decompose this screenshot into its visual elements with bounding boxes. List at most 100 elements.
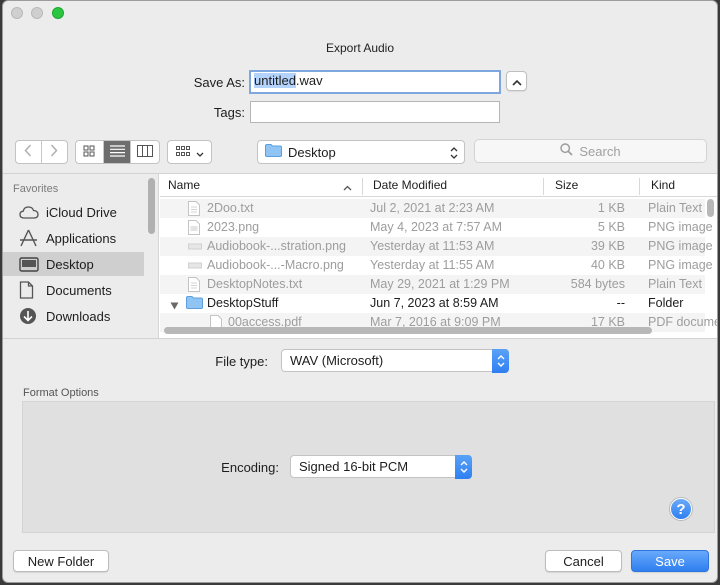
minimize-window-button[interactable] — [31, 7, 43, 19]
horizontal-scrollbar[interactable] — [164, 327, 652, 334]
tags-label: Tags: — [213, 105, 245, 120]
file-size: -- — [616, 296, 625, 310]
file-type-popup[interactable]: WAV (Microsoft) — [281, 349, 509, 373]
list-view-button[interactable] — [103, 141, 132, 163]
text-file-icon — [188, 277, 200, 295]
file-name: 2Doo.txt — [207, 201, 254, 215]
file-browser: Favorites iCloud Drive Applications Desk… — [3, 173, 717, 339]
file-size: 40 KB — [590, 258, 625, 272]
encoding-value: Signed 16-bit PCM — [299, 459, 409, 474]
forward-button[interactable] — [42, 141, 67, 163]
document-icon — [19, 281, 39, 299]
file-size: 39 KB — [590, 239, 625, 253]
sidebar-item-label: Downloads — [46, 308, 111, 324]
file-row[interactable]: DesktopNotes.txt May 29, 2021 at 1:29 PM… — [160, 275, 705, 294]
location-popup[interactable]: Desktop — [257, 140, 465, 164]
vertical-scrollbar[interactable] — [707, 199, 714, 217]
file-size: 1 KB — [597, 201, 625, 215]
column-header-size[interactable]: Size — [555, 178, 578, 192]
favorites-heading: Favorites — [13, 183, 59, 195]
chevron-left-icon — [24, 144, 32, 160]
text-file-icon — [188, 201, 200, 219]
file-row[interactable]: Audiobook-...-Macro.png Yesterday at 11:… — [160, 256, 713, 276]
save-as-field[interactable]: untitled.wav — [249, 70, 501, 94]
column-view-icon — [137, 144, 154, 160]
file-list: Name Date Modified Size Kind 2Doo.txt Ju… — [160, 174, 717, 338]
dialog-title: Export Audio — [325, 41, 395, 55]
sidebar-item-icloud-drive[interactable]: iCloud Drive — [3, 200, 144, 224]
new-folder-button[interactable]: New Folder — [13, 550, 109, 572]
sidebar-scrollbar[interactable] — [148, 178, 155, 234]
folder-icon — [186, 296, 203, 312]
folder-icon — [265, 144, 282, 160]
file-row[interactable]: Audiobook-...stration.png Yesterday at 1… — [160, 237, 713, 257]
file-kind: PNG image — [648, 258, 713, 272]
column-separator — [543, 178, 544, 195]
file-kind: PNG image — [648, 239, 713, 253]
file-name: DesktopNotes.txt — [207, 277, 303, 291]
collapse-button[interactable] — [506, 71, 527, 91]
search-icon — [560, 143, 573, 159]
save-as-label: Save As: — [193, 75, 245, 90]
sidebar-item-label: Desktop — [46, 256, 94, 272]
file-date: Yesterday at 11:53 AM — [370, 239, 495, 253]
column-separator — [362, 178, 363, 195]
file-kind: Plain Text — [648, 201, 702, 215]
sidebar-item-label: Applications — [46, 230, 117, 246]
back-button[interactable] — [16, 141, 42, 163]
save-as-selected-text: untitled — [254, 73, 296, 88]
column-header-kind[interactable]: Kind — [651, 178, 675, 192]
cloud-icon — [19, 203, 39, 221]
back-forward-control — [15, 140, 68, 164]
image-file-icon — [188, 239, 202, 257]
zoom-window-button[interactable] — [52, 7, 64, 19]
file-kind: PDF document — [648, 315, 717, 329]
file-kind: PNG image — [648, 220, 713, 234]
sidebar-item-label: Documents — [46, 282, 112, 298]
up-down-arrows-icon — [450, 146, 458, 163]
sidebar-item-documents[interactable]: Documents — [3, 278, 144, 302]
disclosure-triangle-icon[interactable] — [170, 299, 179, 313]
file-type-label: File type: — [215, 354, 268, 369]
help-button[interactable]: ? — [670, 498, 692, 520]
file-name: Audiobook-...stration.png — [207, 239, 346, 253]
file-size: 5 KB — [597, 220, 625, 234]
column-header-date-modified[interactable]: Date Modified — [373, 178, 447, 192]
file-name: 2023.png — [207, 220, 260, 234]
tags-field[interactable] — [250, 101, 500, 123]
file-kind: Plain Text — [648, 277, 702, 291]
sidebar-item-label: iCloud Drive — [46, 204, 117, 220]
group-by-menu-button[interactable] — [167, 140, 212, 164]
applications-icon — [19, 229, 39, 247]
file-date: Jun 7, 2023 at 8:59 AM — [370, 296, 499, 310]
cancel-button[interactable]: Cancel — [545, 550, 622, 572]
file-row[interactable]: 2Doo.txt Jul 2, 2021 at 2:23 AM 1 KB Pla… — [160, 199, 705, 218]
sidebar-item-desktop[interactable]: Desktop — [3, 252, 144, 276]
sidebar-item-applications[interactable]: Applications — [3, 226, 144, 250]
group-by-button[interactable] — [168, 141, 211, 163]
group-grid-icon — [175, 145, 191, 160]
icon-view-button[interactable] — [76, 141, 104, 163]
image-file-icon — [188, 258, 202, 276]
file-date: Jul 2, 2021 at 2:23 AM — [370, 201, 495, 215]
location-value: Desktop — [288, 144, 336, 160]
file-row[interactable]: 2023.png May 4, 2023 at 7:57 AM 5 KB PNG… — [160, 218, 713, 238]
chevron-down-icon — [196, 145, 204, 160]
icon-grid-view-icon — [83, 145, 95, 160]
view-mode-control — [75, 140, 160, 164]
title-bar — [3, 1, 717, 27]
file-date: Yesterday at 11:55 AM — [370, 258, 495, 272]
save-button[interactable]: Save — [631, 550, 709, 572]
sidebar: Favorites iCloud Drive Applications Desk… — [3, 174, 159, 338]
column-view-button[interactable] — [131, 141, 159, 163]
encoding-label: Encoding: — [221, 460, 279, 475]
file-row[interactable]: DesktopStuff Jun 7, 2023 at 8:59 AM -- F… — [160, 294, 705, 313]
search-field[interactable]: Search — [474, 139, 707, 163]
file-type-value: WAV (Microsoft) — [290, 353, 384, 368]
close-window-button[interactable] — [11, 7, 23, 19]
image-file-icon — [188, 220, 200, 238]
sidebar-item-downloads[interactable]: Downloads — [3, 304, 144, 328]
encoding-popup[interactable]: Signed 16-bit PCM — [290, 455, 472, 479]
file-date: May 29, 2021 at 1:29 PM — [370, 277, 510, 291]
column-header-name[interactable]: Name — [168, 178, 200, 192]
